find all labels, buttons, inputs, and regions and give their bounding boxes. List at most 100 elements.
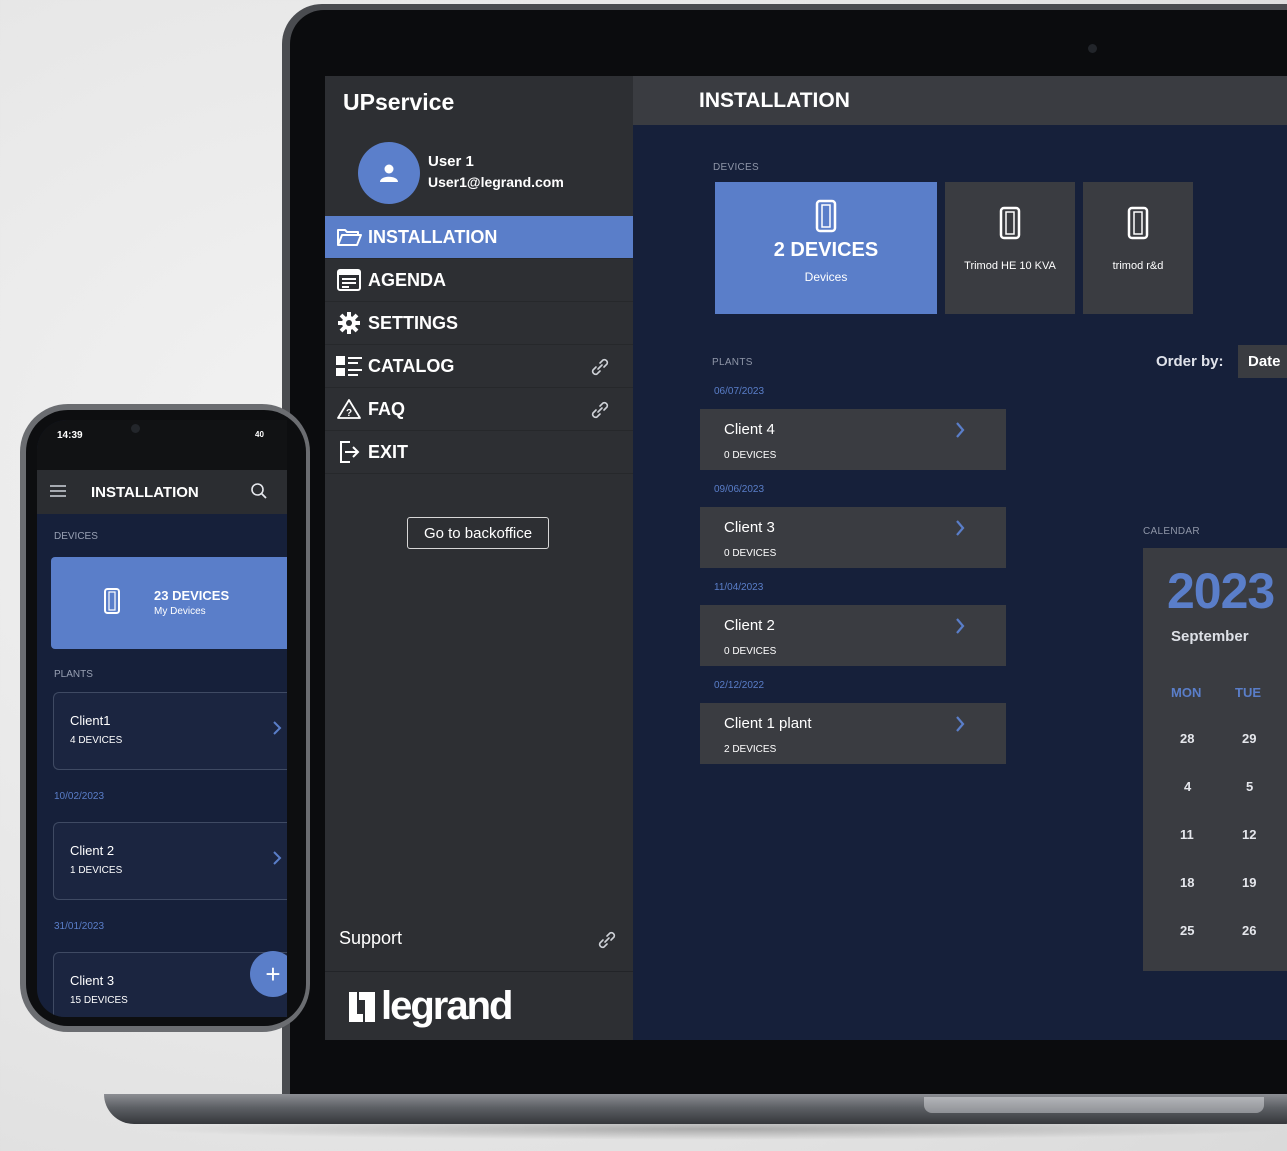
legrand-logo-mark (349, 991, 375, 1022)
plant-card[interactable]: Client 2 0 DEVICES (700, 605, 1006, 666)
device-icon (815, 199, 837, 233)
plant-devices: 15 DEVICES (70, 995, 128, 1006)
folder-icon (335, 225, 363, 249)
sidebar: UPservice User 1 User1@legrand.com INSTA… (325, 76, 633, 1040)
plant-card[interactable]: Client 4 0 DEVICES (700, 409, 1006, 470)
phone-camera (131, 424, 140, 433)
phone-battery: 40 (255, 430, 264, 439)
plant-date: 02/12/2022 (714, 680, 765, 691)
phone-header: INSTALLATION (37, 470, 287, 514)
user-email: User1@legrand.com (428, 174, 564, 190)
gear-icon (335, 311, 363, 335)
menu-icon[interactable] (50, 485, 66, 497)
device-card[interactable]: Trimod HE 10 KVA (945, 182, 1075, 314)
svg-text:?: ? (346, 408, 352, 419)
calendar-weekday: TUE (1235, 685, 1261, 700)
sidebar-item-faq[interactable]: ? FAQ (325, 388, 633, 431)
calendar-day[interactable]: 5 (1246, 779, 1253, 794)
chevron-right-icon (956, 618, 965, 634)
plants-section-label: PLANTS (712, 357, 753, 368)
chevron-right-icon (956, 716, 965, 732)
app-name: UPservice (343, 89, 455, 115)
page-title: INSTALLATION (699, 89, 850, 112)
calendar-day[interactable]: 4 (1184, 779, 1191, 794)
calendar-day[interactable]: 18 (1180, 875, 1194, 890)
calendar-year: 2023 (1167, 563, 1275, 619)
chevron-right-icon (956, 520, 965, 536)
sidebar-item-settings[interactable]: SETTINGS (325, 302, 633, 345)
device-card-subtitle: Devices (804, 270, 848, 284)
legrand-logo-text: legrand (381, 984, 513, 1028)
plant-name: Client 2 (70, 843, 115, 858)
calendar-day[interactable]: 11 (1180, 827, 1194, 842)
backoffice-button[interactable]: Go to backoffice (407, 517, 549, 549)
plant-name: Client 4 (724, 421, 775, 438)
plant-devices: 0 DEVICES (724, 548, 777, 559)
support-link[interactable]: Support (339, 928, 402, 949)
calendar-day[interactable]: 12 (1242, 827, 1256, 842)
plant-card[interactable]: Client 1 plant 2 DEVICES (700, 703, 1006, 764)
device-card-summary[interactable]: 2 DEVICES Devices (715, 182, 937, 314)
laptop-screen: UPservice User 1 User1@legrand.com INSTA… (325, 76, 1287, 1040)
calendar-day[interactable]: 25 (1180, 923, 1194, 938)
sidebar-nav: INSTALLATION AGENDA SETTINGS CATALOG ? F… (325, 216, 633, 474)
phone-plant-card[interactable]: Client 2 1 DEVICES (53, 822, 287, 900)
sidebar-item-installation[interactable]: INSTALLATION (325, 216, 633, 259)
phone-plants-label: PLANTS (54, 669, 93, 680)
laptop-camera (1088, 44, 1097, 53)
phone-screen: 14:39 40 INSTALLATION DEVICES 23 DEVICES… (37, 420, 287, 1017)
calendar-day[interactable]: 29 (1242, 731, 1256, 746)
link-icon[interactable] (589, 356, 611, 383)
phone-devices-label: DEVICES (54, 531, 98, 542)
user-avatar[interactable] (358, 142, 420, 204)
calendar-day[interactable]: 26 (1242, 923, 1256, 938)
device-count: 2 DEVICES (773, 239, 879, 261)
sidebar-item-exit[interactable]: EXIT (325, 431, 633, 474)
page-header: INSTALLATION (633, 76, 1287, 125)
plant-date: 11/04/2023 (714, 582, 764, 593)
catalog-icon (335, 354, 363, 378)
phone-device-card[interactable]: 23 DEVICES My Devices (51, 557, 287, 649)
device-card[interactable]: trimod r&d (1083, 182, 1193, 314)
phone-time: 14:39 (57, 430, 83, 441)
phone-plant-card[interactable]: Client1 4 DEVICES (53, 692, 287, 770)
device-icon (1127, 206, 1149, 240)
laptop-base-notch (924, 1097, 1264, 1113)
chevron-right-icon (273, 721, 282, 735)
sidebar-item-label: EXIT (368, 441, 409, 462)
sidebar-item-label: SETTINGS (368, 312, 459, 333)
plant-card[interactable]: Client 3 0 DEVICES (700, 507, 1006, 568)
order-by-select[interactable]: Date (1238, 345, 1287, 378)
plant-name: Client 3 (70, 973, 115, 988)
phone-device-count: 23 DEVICES (154, 588, 230, 603)
plant-name: Client 1 plant (724, 715, 812, 732)
phone-page-title: INSTALLATION (91, 484, 199, 501)
plant-devices: 0 DEVICES (724, 450, 777, 461)
sidebar-item-label: INSTALLATION (368, 226, 498, 247)
order-by-label: Order by: (1156, 353, 1224, 370)
device-icon (104, 588, 120, 614)
calendar: 2023 September MON TUE 28 29 4 5 11 12 1… (1143, 548, 1287, 971)
device-name: trimod r&d (1112, 260, 1164, 272)
plant-date: 31/01/2023 (54, 921, 105, 932)
phone-device-subtitle: My Devices (154, 606, 206, 617)
sidebar-item-agenda[interactable]: AGENDA (325, 259, 633, 302)
sidebar-item-label: CATALOG (368, 355, 455, 376)
agenda-icon (335, 268, 363, 292)
calendar-section-label: CALENDAR (1143, 526, 1200, 537)
plant-date: 09/06/2023 (714, 484, 765, 495)
search-icon[interactable] (250, 482, 268, 500)
plant-date: 10/02/2023 (54, 791, 105, 802)
sidebar-item-catalog[interactable]: CATALOG (325, 345, 633, 388)
chevron-right-icon (956, 422, 965, 438)
phone-status-bar: 14:39 40 (37, 420, 287, 470)
link-icon[interactable] (589, 399, 611, 426)
legrand-logo: legrand (349, 984, 513, 1029)
plant-devices: 1 DEVICES (70, 865, 123, 876)
calendar-day[interactable]: 19 (1242, 875, 1256, 890)
calendar-day[interactable]: 28 (1180, 731, 1194, 746)
chevron-right-icon (273, 851, 282, 865)
warning-icon: ? (335, 397, 363, 421)
calendar-month[interactable]: September (1171, 628, 1249, 645)
link-icon[interactable] (596, 929, 618, 956)
